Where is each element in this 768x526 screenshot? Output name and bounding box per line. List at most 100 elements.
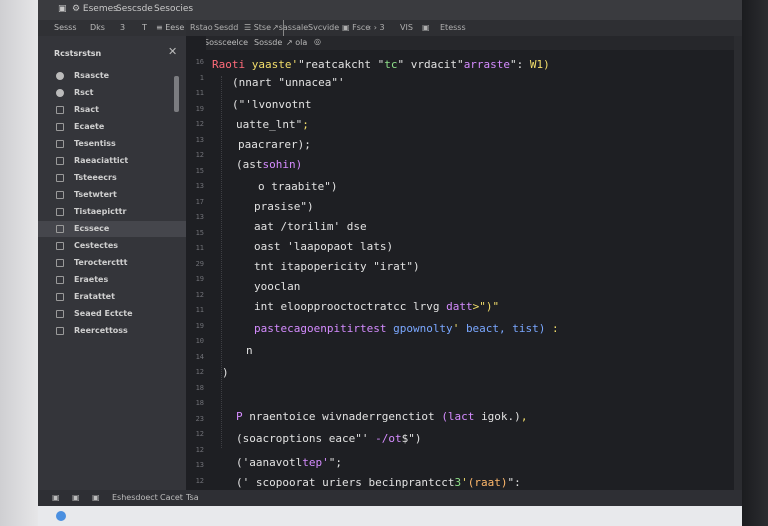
file-icon	[56, 259, 64, 267]
code-line: o traabite")	[258, 180, 337, 193]
file-icon	[56, 191, 64, 199]
code-token: ("'lvonvotnt	[232, 98, 312, 111]
sidebar-item[interactable]: Reercettoss	[38, 323, 186, 339]
code-line: pastecagoenpitirtest gpownolty' beact, t…	[254, 322, 559, 335]
code-line: int eloopprooctoctratcc lrvg datt>")"	[254, 300, 499, 313]
tab[interactable]: ☰ Stse	[244, 23, 271, 32]
code-token: (' scopoorat uriers becinprantcct	[236, 476, 455, 489]
minimap[interactable]	[734, 36, 742, 506]
sidebar-item[interactable]: Rsact	[38, 102, 186, 118]
app-launcher-icon[interactable]	[56, 511, 66, 521]
sidebar-item-label: Eraetes	[74, 275, 109, 284]
sidebar-item[interactable]: Tsteeecrs	[38, 170, 186, 186]
line-number: 12	[195, 368, 204, 376]
menu-item[interactable]: Sesocies	[154, 4, 193, 14]
tab[interactable]: ▣	[422, 23, 430, 32]
ide-window: ▣ ⚙ Esemes Sescsde Sesocies Rstao Sesdd …	[38, 0, 742, 526]
line-number: 12	[195, 445, 204, 454]
code-token: itapopericity "irat")	[280, 260, 420, 273]
breadcrumb[interactable]: ↗ ola	[286, 38, 307, 47]
sidebar-item-label: Rsascte	[74, 71, 110, 80]
code-token: " vrdacit"	[397, 58, 464, 71]
code-token: :	[552, 322, 559, 335]
sidebar-item[interactable]: Seaed Ectcte	[38, 306, 186, 322]
tab[interactable]: ▣ Fsce	[342, 23, 370, 32]
tab[interactable]: Rstao	[190, 23, 213, 32]
sidebar-item-label: Cestectes	[74, 241, 119, 250]
sidebar-item[interactable]: Eraetes	[38, 272, 186, 288]
tab[interactable]: ↗sassale	[272, 23, 308, 32]
status-item[interactable]: Tsa	[186, 493, 199, 502]
menu-item[interactable]: ⚙ Esemes	[72, 4, 118, 14]
file-icon	[56, 174, 64, 182]
breadcrumb[interactable]: Sossceelce	[204, 38, 248, 47]
line-number: 15	[195, 166, 204, 175]
sidebar-item[interactable]: Raeaciattict	[38, 153, 186, 169]
sidebar-toolbar-item[interactable]: ≡ Eese	[156, 23, 184, 32]
sidebar-title: Rcstsrstsn	[54, 49, 102, 58]
sidebar-item-label: Rsact	[74, 105, 99, 114]
line-number: 15	[195, 228, 204, 237]
file-icon	[56, 208, 64, 216]
status-item[interactable]: Eshesdoect	[112, 493, 158, 502]
sidebar-item-label: Seaed Ectcte	[74, 309, 133, 318]
sidebar-item[interactable]: Rsct	[38, 85, 186, 101]
menu-item[interactable]: Sescsde	[116, 4, 153, 14]
sidebar-toolbar-item[interactable]: T	[142, 23, 147, 32]
line-number: 11	[195, 306, 204, 314]
close-icon[interactable]: ✕	[168, 45, 177, 58]
sidebar-toolbar-item[interactable]: Sesss	[54, 23, 77, 32]
sidebar-item[interactable]: Cestectes	[38, 238, 186, 254]
tab[interactable]: VIS	[400, 23, 413, 32]
tab[interactable]: Etesss	[440, 23, 466, 32]
code-line: (astsohin)	[236, 158, 302, 171]
breadcrumb[interactable]: Sossde	[254, 38, 282, 47]
code-token: tep'	[302, 456, 329, 469]
line-number: 19	[195, 275, 204, 283]
sidebar-item[interactable]: Rsascte	[38, 68, 186, 84]
taskbar	[38, 506, 742, 526]
code-line: (' scopoorat uriers becinprantcct3'(raat…	[236, 476, 521, 489]
sidebar-item[interactable]: Tesentiss	[38, 136, 186, 152]
code-token: beact, tist)	[465, 322, 553, 335]
app-icon[interactable]: ▣	[58, 4, 67, 14]
code-token: ":	[507, 476, 521, 489]
line-number: 10	[195, 337, 204, 345]
sidebar-item[interactable]: Ecaete	[38, 119, 186, 135]
code-token: '	[452, 322, 466, 335]
code-token: (soacroptions eace"'	[236, 432, 376, 445]
line-number: 18	[195, 383, 204, 392]
target-icon[interactable]: ◎	[314, 37, 321, 46]
file-icon	[56, 327, 64, 335]
code-token: eloopprooctoctratcc lrvg	[280, 300, 447, 313]
line-number: 17	[195, 197, 204, 206]
status-item[interactable]: Cacet	[160, 493, 183, 502]
file-icon	[56, 293, 64, 301]
tab[interactable]: Sesdd	[214, 23, 238, 32]
code-line: paacrarer);	[238, 138, 311, 151]
line-number: 19	[195, 104, 204, 113]
code-line: ("'lvonvotnt	[232, 98, 311, 111]
indent-guide	[221, 76, 222, 448]
code-token: oast	[254, 240, 288, 253]
code-editor[interactable]: Sossceelce Sossde ↗ ola ◎ 16 1 11 19 12 13 12 1…	[186, 36, 742, 506]
sidebar-toolbar-item[interactable]: 3	[120, 23, 125, 32]
tab[interactable]: Svcvide	[308, 23, 339, 32]
sidebar-item[interactable]: Tistaepicttr	[38, 204, 186, 220]
line-number: 11	[195, 89, 204, 97]
code-line: yooclan	[254, 280, 300, 293]
status-icon[interactable]: ▣	[52, 493, 60, 502]
code-token: traabite")	[271, 180, 338, 193]
line-number: 19	[195, 321, 204, 330]
sidebar-item[interactable]: Ecssece	[38, 221, 186, 237]
sidebar-item[interactable]: Eratattet	[38, 289, 186, 305]
sidebar-toolbar-item[interactable]: Dks	[90, 23, 105, 32]
status-icon[interactable]: ▣	[72, 493, 80, 502]
tab[interactable]: ‹ › 3	[368, 23, 385, 32]
status-icon[interactable]: ▣	[92, 493, 100, 502]
sidebar-item[interactable]: Teroctercttt	[38, 255, 186, 271]
file-icon	[56, 106, 64, 114]
sidebar-item[interactable]: Tsetwtert	[38, 187, 186, 203]
code-token: '	[461, 476, 468, 489]
line-number: 18	[195, 399, 204, 407]
